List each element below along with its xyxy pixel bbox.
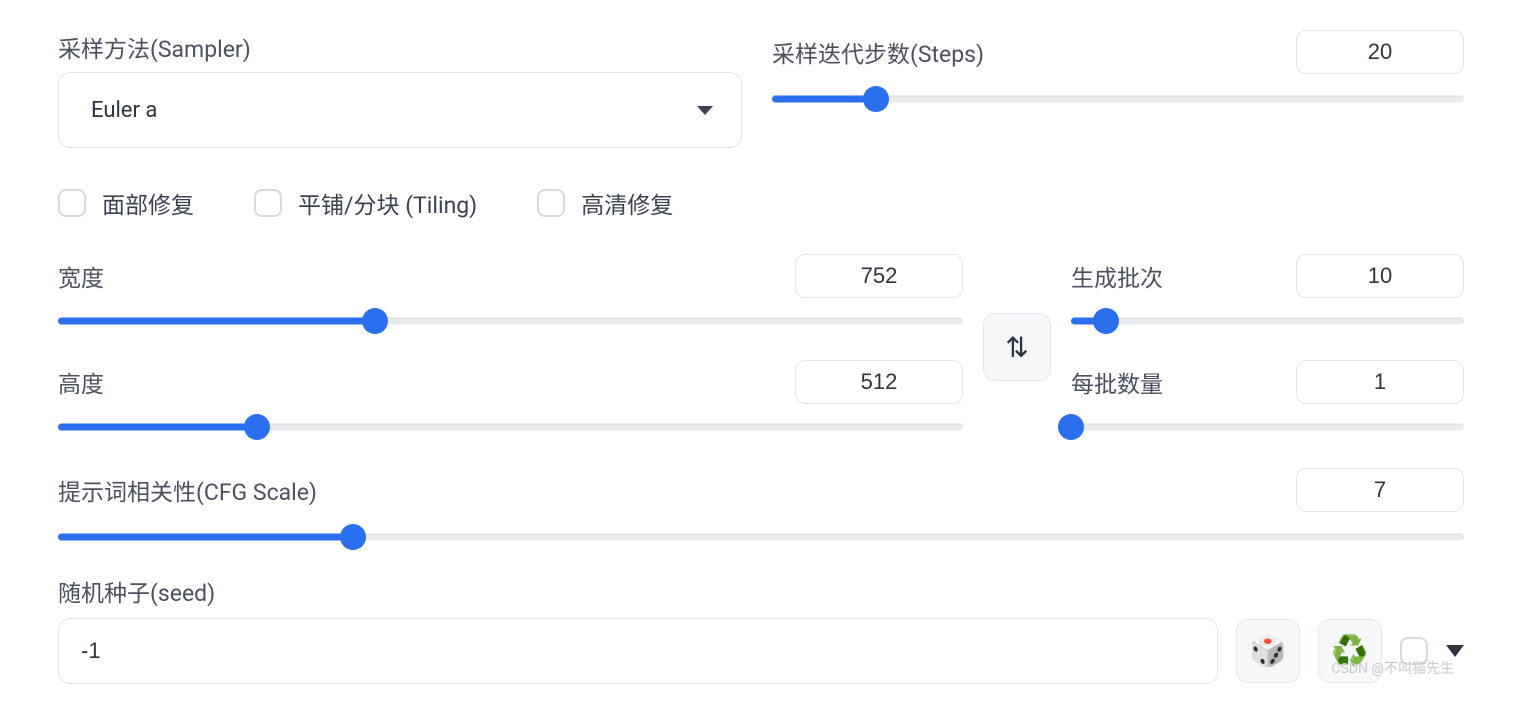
face-restore-checkbox[interactable]	[58, 189, 86, 217]
tiling-label: 平铺/分块 (Tiling)	[298, 186, 477, 220]
width-field: 宽度	[58, 254, 963, 334]
hires-fix-label: 高清修复	[581, 186, 673, 220]
sampler-select[interactable]: Euler a	[58, 72, 742, 148]
sampler-field: 采样方法(Sampler) Euler a	[58, 30, 742, 148]
batch-size-field: 每批数量	[1071, 360, 1464, 440]
width-label: 宽度	[58, 259, 104, 293]
cfg-slider[interactable]	[58, 524, 1464, 550]
batch-size-input[interactable]	[1296, 360, 1464, 404]
batch-size-label: 每批数量	[1071, 365, 1163, 399]
sampler-value: Euler a	[91, 98, 157, 123]
hires-fix-checkbox[interactable]	[537, 189, 565, 217]
batch-count-input[interactable]	[1296, 254, 1464, 298]
sampler-label: 采样方法(Sampler)	[58, 30, 742, 64]
batch-count-label: 生成批次	[1071, 259, 1163, 293]
chevron-down-icon[interactable]	[1446, 645, 1464, 657]
steps-slider[interactable]	[772, 86, 1464, 112]
width-slider[interactable]	[58, 308, 963, 334]
random-seed-button[interactable]: 🎲	[1236, 619, 1300, 683]
batch-size-slider[interactable]	[1071, 414, 1464, 440]
chevron-down-icon	[697, 106, 713, 115]
cfg-label: 提示词相关性(CFG Scale)	[58, 473, 317, 507]
height-input[interactable]	[795, 360, 963, 404]
seed-label: 随机种子(seed)	[58, 574, 1464, 608]
steps-input[interactable]	[1296, 30, 1464, 74]
batch-count-slider[interactable]	[1071, 308, 1464, 334]
slider-fill	[772, 96, 876, 103]
height-field: 高度	[58, 360, 963, 440]
checkbox-row: 面部修复 平铺/分块 (Tiling) 高清修复	[58, 186, 1464, 220]
seed-input[interactable]	[58, 618, 1218, 684]
height-slider[interactable]	[58, 414, 963, 440]
tiling-checkbox[interactable]	[254, 189, 282, 217]
watermark-text: CSDN @不叫猫先生	[1331, 658, 1454, 678]
steps-field: 采样迭代步数(Steps)	[772, 30, 1464, 112]
width-input[interactable]	[795, 254, 963, 298]
cfg-input[interactable]	[1296, 468, 1464, 512]
height-label: 高度	[58, 365, 104, 399]
steps-label: 采样迭代步数(Steps)	[772, 35, 984, 69]
swap-dimensions-button[interactable]: ⇅	[983, 313, 1051, 381]
cfg-field: 提示词相关性(CFG Scale)	[58, 468, 1464, 550]
swap-icon: ⇅	[1005, 331, 1028, 364]
face-restore-label: 面部修复	[102, 186, 194, 220]
batch-count-field: 生成批次	[1071, 254, 1464, 334]
dice-icon: 🎲	[1249, 634, 1286, 669]
slider-thumb[interactable]	[863, 86, 889, 112]
